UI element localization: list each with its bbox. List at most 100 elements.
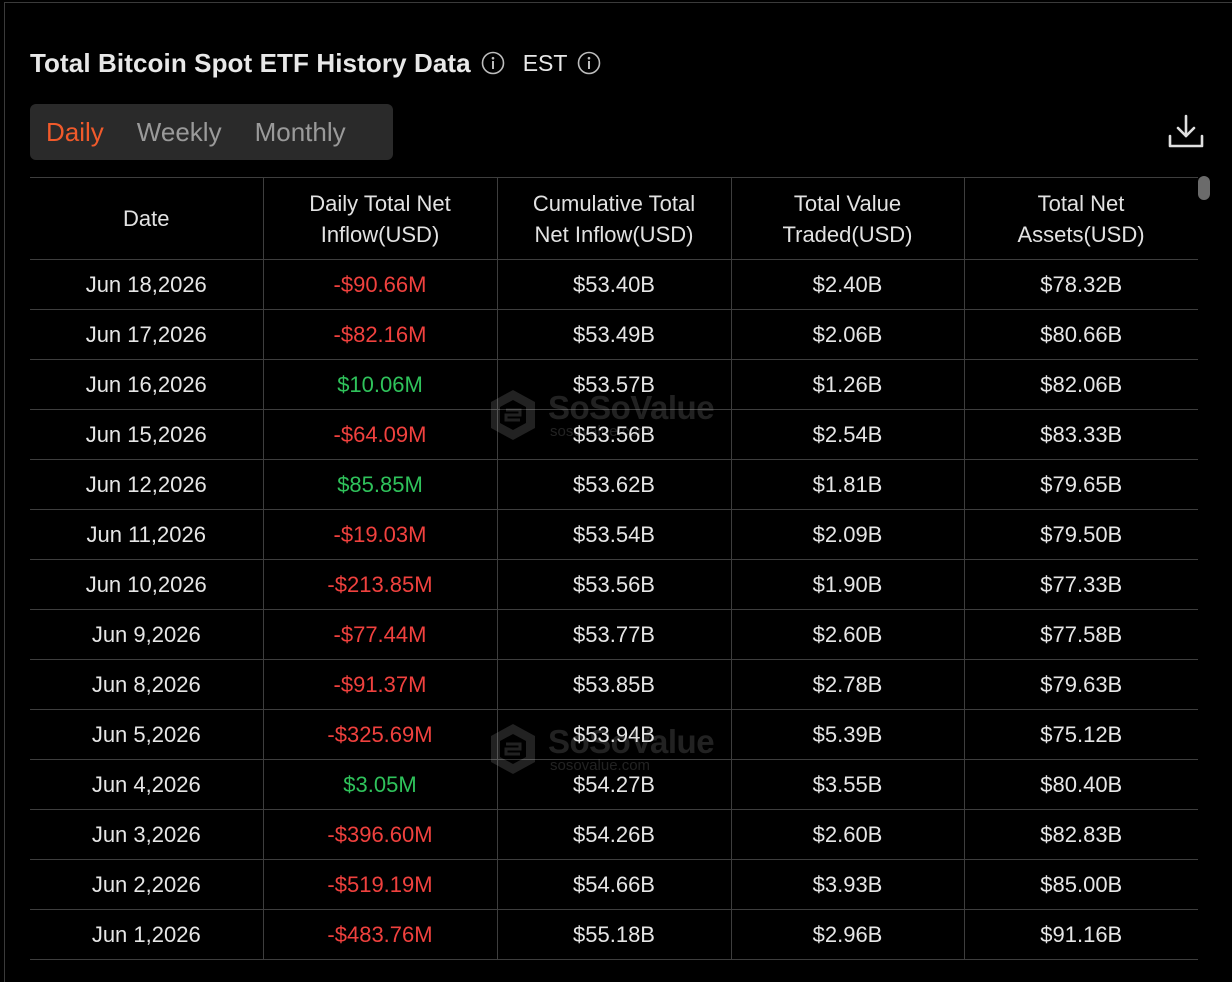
history-table-container: Date Daily Total Net Inflow(USD) Cumulative… (30, 177, 1198, 977)
net-assets-cell: $80.66B (964, 309, 1198, 360)
net-assets-cell: $91.16B (964, 909, 1198, 960)
column-header-line: Daily Total Net (309, 190, 451, 216)
value-traded-cell: $1.26B (731, 359, 965, 410)
date-cell: Jun 12,2026 (30, 459, 264, 510)
table-row: Jun 10,2026 -$213.85M $53.56B $1.90B $77.33B (30, 559, 1198, 610)
date-cell: Jun 8,2026 (30, 659, 264, 710)
daily-net-inflow-cell: -$213.85M (263, 559, 498, 610)
date-cell: Jun 5,2026 (30, 709, 264, 760)
column-header: Cumulative Total Net Inflow(USD) (497, 177, 732, 260)
column-header-line: Inflow(USD) (320, 221, 440, 247)
value-traded-cell: $2.09B (731, 509, 965, 560)
value-traded-cell: $1.81B (731, 459, 965, 510)
period-tabs: Daily Weekly Monthly (30, 104, 393, 160)
table-row: Jun 4,2026 $3.05M $54.27B $3.55B $80.40B (30, 759, 1198, 810)
date-cell: Jun 16,2026 (30, 359, 264, 410)
scrollbar-thumb[interactable] (1198, 176, 1210, 200)
column-header: Daily Total Net Inflow(USD) (263, 177, 498, 260)
tab-monthly[interactable]: Monthly (255, 117, 346, 148)
cumulative-net-inflow-cell: $54.27B (497, 759, 732, 810)
timezone-label: EST (522, 49, 568, 76)
column-header-line: Total Net (1037, 190, 1125, 216)
net-assets-cell: $83.33B (964, 409, 1198, 460)
value-traded-cell: $2.78B (731, 659, 965, 710)
daily-net-inflow-cell: -$483.76M (263, 909, 498, 960)
table-header-row: Date Daily Total Net Inflow(USD) Cumulative… (30, 177, 1198, 260)
cumulative-net-inflow-cell: $53.62B (497, 459, 732, 510)
tab-daily[interactable]: Daily (46, 117, 104, 148)
net-assets-cell: $80.40B (964, 759, 1198, 810)
cumulative-net-inflow-cell: $53.85B (497, 659, 732, 710)
table-row: Jun 8,2026 -$91.37M $53.85B $2.78B $79.63B (30, 659, 1198, 710)
cumulative-net-inflow-cell: $54.26B (497, 809, 732, 860)
tab-weekly[interactable]: Weekly (137, 117, 222, 148)
date-cell: Jun 2,2026 (30, 859, 264, 910)
value-traded-cell: $2.60B (731, 809, 965, 860)
value-traded-cell: $2.06B (731, 309, 965, 360)
daily-net-inflow-cell: -$82.16M (263, 309, 498, 360)
value-traded-cell: $5.39B (731, 709, 965, 760)
date-cell: Jun 18,2026 (30, 259, 264, 310)
value-traded-cell: $3.93B (731, 859, 965, 910)
net-assets-cell: $77.58B (964, 609, 1198, 660)
info-icon[interactable] (577, 51, 601, 75)
value-traded-cell: $3.55B (731, 759, 965, 810)
cumulative-net-inflow-cell: $53.40B (497, 259, 732, 310)
value-traded-cell: $2.40B (731, 259, 965, 310)
column-header: Total Net Assets(USD) (964, 177, 1198, 260)
column-header-line: Date (123, 206, 170, 231)
value-traded-cell: $2.96B (731, 909, 965, 960)
daily-net-inflow-cell: $3.05M (263, 759, 498, 810)
table-row: Jun 12,2026 $85.85M $53.62B $1.81B $79.65B (30, 459, 1198, 510)
column-header: Date (30, 177, 264, 260)
daily-net-inflow-cell: -$77.44M (263, 609, 498, 660)
daily-net-inflow-cell: -$64.09M (263, 409, 498, 460)
date-cell: Jun 9,2026 (30, 609, 264, 660)
net-assets-cell: $79.65B (964, 459, 1198, 510)
date-cell: Jun 11,2026 (30, 509, 264, 560)
cumulative-net-inflow-cell: $54.66B (497, 859, 732, 910)
date-cell: Jun 1,2026 (30, 909, 264, 960)
info-icon[interactable] (481, 51, 505, 75)
table-row: Jun 18,2026 -$90.66M $53.40B $2.40B $78.32B (30, 259, 1198, 310)
cumulative-net-inflow-cell: $53.94B (497, 709, 732, 760)
net-assets-cell: $79.50B (964, 509, 1198, 560)
date-cell: Jun 3,2026 (30, 809, 264, 860)
daily-net-inflow-cell: $85.85M (263, 459, 498, 510)
table-row: Jun 2,2026 -$519.19M $54.66B $3.93B $85.00B (30, 859, 1198, 910)
table-body: Jun 18,2026 -$90.66M $53.40B $2.40B $78.32B J… (30, 259, 1198, 960)
daily-net-inflow-cell: -$91.37M (263, 659, 498, 710)
net-assets-cell: $85.00B (964, 859, 1198, 910)
daily-net-inflow-cell: -$396.60M (263, 809, 498, 860)
cumulative-net-inflow-cell: $55.18B (497, 909, 732, 960)
cumulative-net-inflow-cell: $53.49B (497, 309, 732, 360)
download-icon[interactable] (1166, 112, 1206, 152)
column-header: Total Value Traded(USD) (731, 177, 965, 260)
table-row: Jun 17,2026 -$82.16M $53.49B $2.06B $80.66B (30, 309, 1198, 360)
net-assets-cell: $78.32B (964, 259, 1198, 310)
column-header-line: Cumulative Total (532, 190, 696, 216)
net-assets-cell: $75.12B (964, 709, 1198, 760)
date-cell: Jun 15,2026 (30, 409, 264, 460)
net-assets-cell: $79.63B (964, 659, 1198, 710)
value-traded-cell: $1.90B (731, 559, 965, 610)
date-cell: Jun 10,2026 (30, 559, 264, 610)
daily-net-inflow-cell: $10.06M (263, 359, 498, 410)
date-cell: Jun 4,2026 (30, 759, 264, 810)
page-title: Total Bitcoin Spot ETF History Data (30, 47, 471, 78)
net-assets-cell: $77.33B (964, 559, 1198, 610)
value-traded-cell: $2.54B (731, 409, 965, 460)
cumulative-net-inflow-cell: $53.57B (497, 359, 732, 410)
column-header-line: Assets(USD) (1017, 221, 1145, 247)
date-cell: Jun 17,2026 (30, 309, 264, 360)
cumulative-net-inflow-cell: $53.54B (497, 509, 732, 560)
cumulative-net-inflow-cell: $53.56B (497, 409, 732, 460)
column-header-line: Net Inflow(USD) (534, 221, 694, 247)
column-header-line: Total Value (793, 190, 902, 216)
net-assets-cell: $82.06B (964, 359, 1198, 410)
table-row: Jun 16,2026 $10.06M $53.57B $1.26B $82.06B (30, 359, 1198, 410)
panel-header: Total Bitcoin Spot ETF History Data EST (30, 44, 601, 82)
table-row: Jun 1,2026 -$483.76M $55.18B $2.96B $91.16B (30, 909, 1198, 960)
history-table: Date Daily Total Net Inflow(USD) Cumulative… (30, 177, 1198, 960)
net-assets-cell: $82.83B (964, 809, 1198, 860)
